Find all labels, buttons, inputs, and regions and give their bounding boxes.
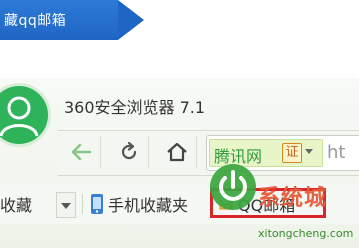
home-button[interactable] (158, 136, 197, 168)
home-icon (167, 142, 187, 162)
banner-text: 藏qq邮箱 (4, 13, 67, 29)
user-icon (0, 96, 39, 137)
watermark-logo (210, 164, 256, 210)
refresh-button[interactable] (110, 136, 149, 168)
url-text: ht (327, 142, 346, 163)
user-avatar[interactable] (0, 86, 48, 144)
banner-arrow-tip (118, 0, 144, 40)
browser-window: 360安全浏览器 7.1 腾讯网 证 ht 收藏 手机收藏夹 QQ邮箱 (0, 78, 359, 248)
back-button[interactable] (62, 136, 101, 168)
power-icon (219, 170, 247, 201)
browser-title: 360安全浏览器 7.1 (64, 98, 206, 117)
certificate-badge: 证 (282, 143, 302, 163)
favorites-dropdown[interactable] (56, 192, 76, 218)
phone-icon (91, 194, 103, 214)
navigation-bar: 腾讯网 证 ht (58, 130, 359, 176)
favorites-label: 收藏 (0, 196, 33, 215)
refresh-icon (121, 142, 137, 160)
mobile-favorites-button[interactable]: 手机收藏夹 (90, 192, 188, 216)
mobile-favorites-label: 手机收藏夹 (108, 196, 189, 215)
chevron-down-icon (305, 149, 313, 154)
favorites-button[interactable]: 收藏 (0, 192, 32, 216)
site-identity-chip[interactable]: 腾讯网 证 (209, 139, 323, 167)
watermark-domain: xitongcheng.com (258, 227, 354, 240)
divider (82, 194, 83, 214)
instruction-banner: 藏qq邮箱 (0, 0, 146, 40)
back-arrow-icon (71, 143, 92, 161)
watermark-brand: 系统城 (258, 186, 328, 211)
